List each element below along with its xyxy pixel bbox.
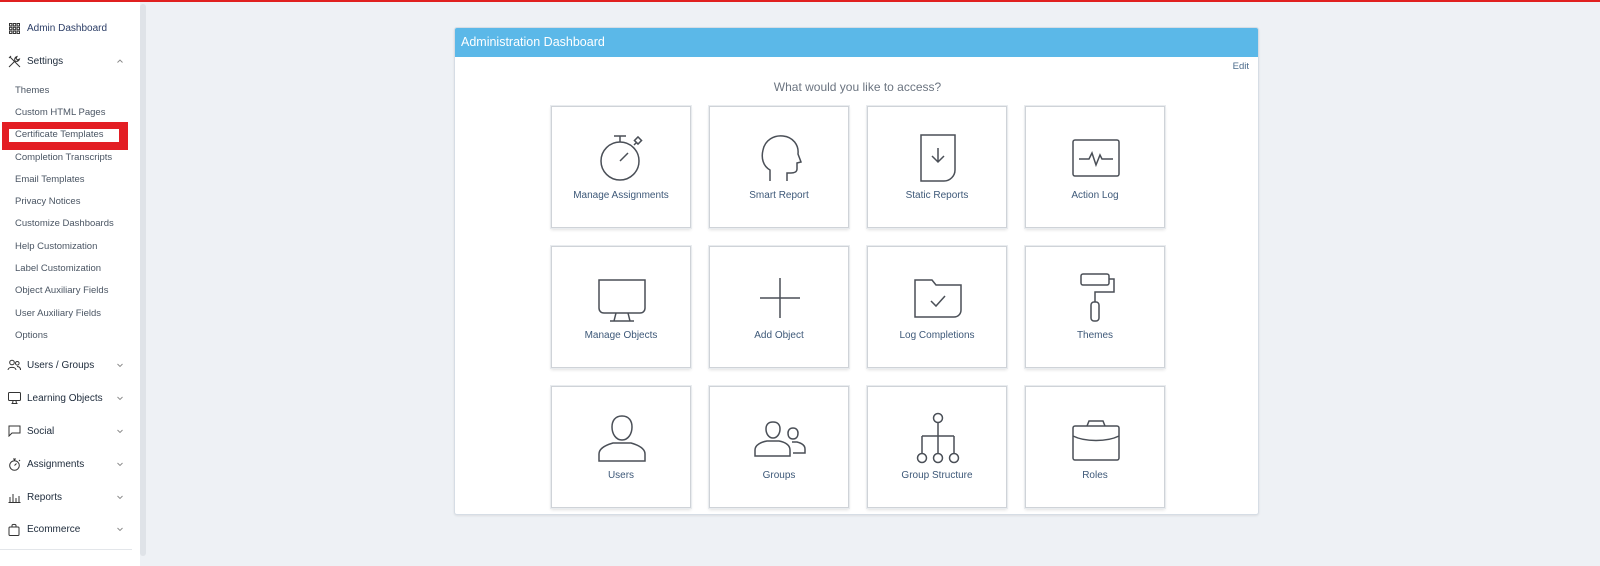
plus-icon <box>760 278 800 318</box>
sidebar-item-learning-objects[interactable]: Learning Objects <box>0 385 140 411</box>
sidebar-subitem-privacy-notices[interactable]: Privacy Notices <box>15 196 80 207</box>
document-download-icon <box>920 134 956 182</box>
briefcase-icon <box>1072 420 1120 461</box>
tile-users[interactable]: Users <box>551 386 691 508</box>
sidebar-scrollbar[interactable] <box>140 4 146 556</box>
tile-group-structure[interactable]: Group Structure <box>867 386 1007 508</box>
tile-label: Users <box>607 470 635 481</box>
chevron-down-icon <box>117 396 123 401</box>
activity-monitor-icon <box>1072 139 1120 177</box>
tile-themes[interactable]: Themes <box>1025 246 1165 368</box>
tile-label: Add Object <box>754 330 804 341</box>
access-prompt: What would you like to access? <box>773 80 942 94</box>
sidebar-subitem-themes[interactable]: Themes <box>15 85 49 96</box>
bar-chart-icon <box>7 490 21 504</box>
tile-label: Themes <box>1076 330 1114 341</box>
shopping-bag-icon <box>7 522 21 536</box>
tile-smart-report[interactable]: Smart Report <box>709 106 849 228</box>
tile-static-reports[interactable]: Static Reports <box>867 106 1007 228</box>
sidebar-item-admin-dashboard[interactable]: Admin Dashboard <box>0 15 140 41</box>
tile-label: Static Reports <box>905 190 969 201</box>
grid-icon <box>7 21 21 35</box>
tile-label: Groups <box>762 470 796 481</box>
sidebar-item-users-groups[interactable]: Users / Groups <box>0 352 140 378</box>
tile-label: Roles <box>1082 470 1108 481</box>
folder-check-icon <box>914 279 962 318</box>
tile-label: Group Structure <box>901 470 973 481</box>
tile-label: Manage Objects <box>584 330 658 341</box>
sidebar-subitem-custom-html-pages[interactable]: Custom HTML Pages <box>15 107 105 118</box>
sidebar-item-ecommerce[interactable]: Ecommerce <box>0 516 140 542</box>
tile-roles[interactable]: Roles <box>1025 386 1165 508</box>
edit-link[interactable]: Edit <box>1233 61 1249 72</box>
sidebar-subitem-options[interactable]: Options <box>15 330 48 341</box>
hierarchy-icon <box>916 412 960 464</box>
sidebar-item-assignments[interactable]: Assignments <box>0 451 140 477</box>
chevron-down-icon <box>117 363 123 368</box>
tile-label: Manage Assignments <box>573 190 669 201</box>
chat-bubble-icon <box>7 424 21 438</box>
tile-add-object[interactable]: Add Object <box>709 246 849 368</box>
tile-action-log[interactable]: Action Log <box>1025 106 1165 228</box>
panel-header: Administration Dashboard <box>455 28 1258 57</box>
sidebar-item-label: Assignments <box>27 458 85 470</box>
sidebar-item-label: Admin Dashboard <box>27 22 108 34</box>
sidebar-subitem-customize-dashboards[interactable]: Customize Dashboards <box>15 218 114 229</box>
chevron-down-icon <box>117 527 123 532</box>
sidebar-item-label: Learning Objects <box>27 392 103 404</box>
sidebar-item-label: Settings <box>27 55 64 67</box>
tools-icon <box>7 54 21 68</box>
paint-roller-icon <box>1080 273 1115 322</box>
tile-groups[interactable]: Groups <box>709 386 849 508</box>
sidebar-subitem-help-customization[interactable]: Help Customization <box>15 241 97 252</box>
sidebar-subitem-user-auxiliary-fields[interactable]: User Auxiliary Fields <box>15 308 101 319</box>
tile-label: Log Completions <box>899 330 975 341</box>
sidebar: Admin Dashboard Settings Themes Custom H… <box>0 2 140 566</box>
sidebar-subitem-email-templates[interactable]: Email Templates <box>15 174 85 185</box>
stopwatch-icon <box>7 457 21 471</box>
group-icon <box>754 421 806 457</box>
administration-dashboard-panel: Administration Dashboard Edit What would… <box>454 27 1259 515</box>
sidebar-item-social[interactable]: Social <box>0 418 140 444</box>
sidebar-item-reports[interactable]: Reports <box>0 484 140 510</box>
chevron-down-icon <box>117 429 123 434</box>
sidebar-item-label: Users / Groups <box>27 359 95 371</box>
panel-title: Administration Dashboard <box>461 35 605 49</box>
tile-log-completions[interactable]: Log Completions <box>867 246 1007 368</box>
divider <box>0 549 132 550</box>
tile-manage-assignments[interactable]: Manage Assignments <box>551 106 691 228</box>
sidebar-item-label: Ecommerce <box>27 523 81 535</box>
sidebar-item-label: Social <box>27 425 55 437</box>
user-icon <box>598 415 646 462</box>
tile-label: Smart Report <box>749 190 809 201</box>
head-profile-icon <box>761 135 802 181</box>
chevron-up-icon <box>117 59 123 63</box>
monitor-icon <box>598 279 646 322</box>
chevron-down-icon <box>117 495 123 500</box>
monitor-icon <box>7 391 21 405</box>
sidebar-subitem-completion-transcripts[interactable]: Completion Transcripts <box>15 152 112 163</box>
sidebar-subitem-label-customization[interactable]: Label Customization <box>15 263 101 274</box>
tile-manage-objects[interactable]: Manage Objects <box>551 246 691 368</box>
users-icon <box>7 358 21 372</box>
tile-label: Action Log <box>1071 190 1119 201</box>
sidebar-item-label: Reports <box>27 491 63 503</box>
sidebar-subitem-object-auxiliary-fields[interactable]: Object Auxiliary Fields <box>15 285 108 296</box>
sidebar-item-settings[interactable]: Settings <box>0 48 140 74</box>
chevron-down-icon <box>117 462 123 467</box>
stopwatch-icon <box>600 135 643 181</box>
top-accent-line <box>0 0 1600 2</box>
sidebar-subitem-certificate-templates[interactable]: Certificate Templates <box>15 129 104 140</box>
